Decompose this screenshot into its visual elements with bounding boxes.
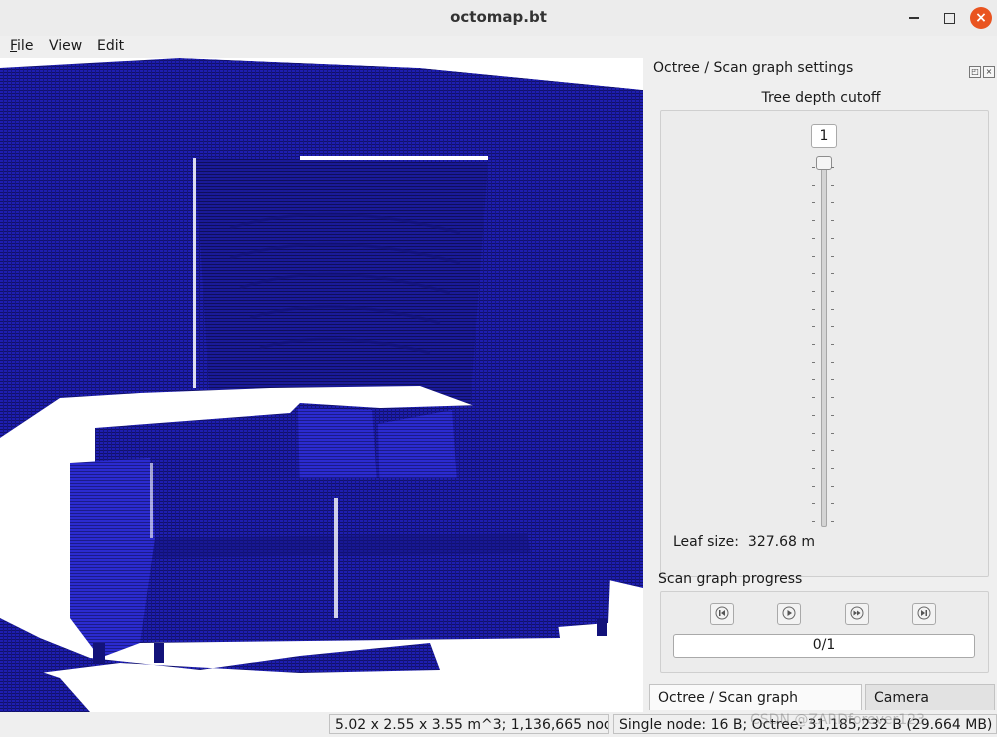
window-voxels — [195, 158, 488, 408]
menu-bar: File View Edit — [0, 36, 997, 58]
slider-tick — [812, 432, 815, 434]
slider-tick — [831, 503, 834, 505]
slider-tick — [812, 521, 815, 522]
slider-tick — [831, 202, 834, 204]
slider-tick — [812, 184, 815, 186]
slider-tick — [831, 450, 834, 452]
leaf-size-label: Leaf size: — [673, 534, 739, 550]
slider-tick — [812, 467, 815, 469]
slider-tick — [831, 397, 834, 399]
octomap-render — [0, 58, 643, 712]
slider-tick — [812, 290, 815, 292]
first-scan-button[interactable] — [710, 603, 734, 625]
tab-camera-settings[interactable]: Camera settings — [865, 684, 995, 732]
play-icon — [782, 606, 796, 620]
slider-tick — [831, 290, 834, 292]
octree-settings-dock: Octree / Scan graph settings ◰ × Tree dep… — [645, 58, 997, 732]
depth-slider-track[interactable] — [821, 159, 827, 527]
close-icon: × — [970, 7, 992, 29]
depth-spinbox[interactable]: 1 — [811, 124, 837, 148]
close-button[interactable]: × — [969, 6, 993, 30]
slider-tick — [831, 467, 834, 469]
maximize-button[interactable] — [937, 6, 961, 30]
close-dock-icon[interactable]: × — [983, 66, 995, 78]
slider-tick — [812, 220, 815, 222]
slider-tick — [831, 326, 834, 328]
slider-tick — [812, 379, 815, 381]
window-frame-highlight — [300, 156, 488, 160]
slider-tick — [831, 255, 834, 257]
slider-tick — [831, 361, 834, 363]
slider-tick — [812, 273, 815, 275]
slider-tick — [831, 184, 834, 186]
scan-progress-bar: 0/1 — [673, 634, 975, 658]
fast-forward-icon — [850, 606, 864, 620]
progress-text: 0/1 — [812, 637, 836, 653]
menu-file[interactable]: File — [10, 38, 33, 54]
slider-tick — [812, 308, 815, 310]
slider-tick — [831, 485, 834, 487]
watermark: CSDN @ZARDforever123 — [750, 712, 925, 728]
minimize-icon — [909, 17, 919, 19]
slider-tick — [831, 521, 834, 522]
slider-tick — [812, 202, 815, 204]
fast-forward-button[interactable] — [845, 603, 869, 625]
float-dock-icon[interactable]: ◰ — [969, 66, 981, 78]
slider-tick — [831, 344, 834, 345]
tree-depth-group: 1 — [660, 110, 989, 577]
slider-tick — [831, 432, 834, 434]
tab-octree-settings[interactable]: Octree / Scan graph settings — [649, 684, 862, 732]
tree-depth-label: Tree depth cutoff — [761, 90, 881, 106]
slider-tick — [812, 450, 815, 452]
3d-viewport[interactable] — [0, 58, 643, 712]
sofa-seat — [140, 478, 560, 643]
status-dimensions: 5.02 x 2.55 x 3.55 m^3; 1,136,665 nodes — [329, 714, 609, 734]
slider-tick — [812, 503, 815, 505]
slider-tick — [831, 414, 834, 416]
skip-back-icon — [715, 606, 729, 620]
slider-tick — [831, 379, 834, 381]
play-button[interactable] — [777, 603, 801, 625]
slider-tick — [812, 255, 815, 257]
slider-tick — [831, 220, 834, 222]
minimize-button[interactable] — [902, 6, 926, 30]
scan-progress-group: 0/1 — [660, 591, 989, 673]
slider-tick — [812, 485, 815, 487]
slider-tick — [831, 308, 834, 310]
slider-tick — [831, 167, 834, 168]
slider-tick — [831, 237, 834, 239]
slider-tick — [812, 237, 815, 239]
maximize-icon — [943, 12, 955, 24]
window-title: octomap.bt — [450, 8, 547, 26]
skip-forward-icon — [917, 606, 931, 620]
slider-tick — [812, 414, 815, 416]
depth-slider-handle[interactable] — [816, 156, 832, 170]
slider-tick — [812, 397, 815, 399]
slider-tick — [812, 326, 815, 328]
leaf-size: Leaf size: 327.68 m — [673, 534, 815, 550]
dock-controls: ◰ × — [967, 62, 995, 78]
slider-tick — [812, 344, 815, 345]
dock-title: Octree / Scan graph settings — [653, 60, 854, 76]
slider-tick — [812, 361, 815, 363]
last-scan-button[interactable] — [912, 603, 936, 625]
slider-tick — [831, 273, 834, 275]
slider-tick — [812, 167, 815, 168]
menu-edit[interactable]: Edit — [97, 38, 124, 54]
title-bar: octomap.bt × — [0, 0, 997, 37]
leaf-size-value: 327.68 m — [747, 534, 815, 550]
menu-view[interactable]: View — [49, 38, 82, 54]
scan-progress-label: Scan graph progress — [658, 571, 803, 587]
